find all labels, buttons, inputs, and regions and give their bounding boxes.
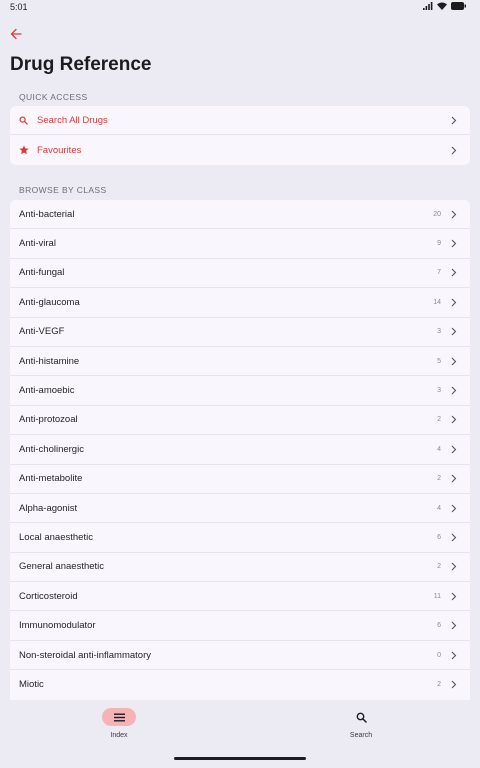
signal-icon <box>423 2 433 10</box>
chevron-right-icon <box>450 650 458 660</box>
quick-access-heading: QUICK ACCESS <box>19 92 88 102</box>
nav-search-label: Search <box>349 732 373 739</box>
list-item[interactable]: Alpha-agonist 4 <box>10 494 470 524</box>
class-count: 3 <box>437 328 441 336</box>
browse-by-class-heading: BROWSE BY CLASS <box>19 185 107 195</box>
list-item[interactable]: Anti-histamine 5 <box>10 347 470 377</box>
list-item[interactable]: General anaesthetic 2 <box>10 553 470 583</box>
chevron-right-icon <box>450 297 458 307</box>
battery-icon <box>451 2 466 10</box>
chevron-right-icon <box>450 562 458 572</box>
class-label: Anti-viral <box>19 238 56 250</box>
class-count: 2 <box>437 563 441 571</box>
star-icon <box>19 145 33 155</box>
class-label: General anaesthetic <box>19 561 105 573</box>
list-item[interactable]: Anti-viral 9 <box>10 229 470 259</box>
class-label: Anti-VEGF <box>19 326 65 338</box>
class-label: Anti-amoebic <box>19 385 75 397</box>
home-indicator[interactable] <box>174 757 306 760</box>
class-label: Anti-histamine <box>19 355 80 367</box>
list-item[interactable]: Anti-VEGF 3 <box>10 318 470 347</box>
back-button[interactable] <box>6 24 26 44</box>
chevron-right-icon <box>450 145 458 155</box>
search-all-drugs-label: Search All Drugs <box>37 114 108 126</box>
list-item[interactable]: Non-steroidal anti-inflammatory 0 <box>10 641 470 671</box>
class-count: 20 <box>433 210 441 218</box>
class-count: 4 <box>437 504 441 512</box>
class-label: Immunomodulator <box>19 620 96 632</box>
list-item[interactable]: Immunomodulator 6 <box>10 611 470 641</box>
class-count: 6 <box>437 533 441 541</box>
drug-class-list[interactable]: Anti-bacterial 20 Anti-viral 9 Anti-fungal… <box>10 200 470 700</box>
class-count: 7 <box>437 269 441 277</box>
search-icon <box>19 116 33 125</box>
chevron-right-icon <box>450 532 458 542</box>
chevron-right-icon <box>450 268 458 278</box>
chevron-right-icon <box>450 386 458 396</box>
nav-search-indicator <box>344 708 378 726</box>
chevron-right-icon <box>450 209 458 219</box>
wifi-icon <box>437 2 447 10</box>
class-label: Anti-protozoal <box>19 414 78 426</box>
class-count: 6 <box>437 622 441 630</box>
class-label: Anti-metabolite <box>19 473 83 485</box>
chevron-right-icon <box>450 503 458 513</box>
chevron-right-icon <box>450 444 458 454</box>
class-count: 2 <box>437 475 441 483</box>
class-label: Anti-glaucoma <box>19 296 80 308</box>
search-icon <box>356 712 367 723</box>
chevron-right-icon <box>450 115 458 125</box>
class-label: Anti-fungal <box>19 267 65 279</box>
list-item[interactable]: Anti-fungal 7 <box>10 259 470 289</box>
class-count: 11 <box>433 592 441 600</box>
class-count: 2 <box>437 416 441 424</box>
quick-access-card: Search All Drugs Favourites <box>10 106 470 165</box>
chevron-right-icon <box>450 327 458 337</box>
list-item[interactable]: Anti-cholinergic 4 <box>10 435 470 465</box>
class-label: Miotic <box>19 679 44 691</box>
list-item[interactable]: Local anaesthetic 6 <box>10 523 470 553</box>
nav-search[interactable]: Search <box>321 708 401 739</box>
list-item[interactable]: Anti-bacterial 20 <box>10 200 470 230</box>
chevron-right-icon <box>450 474 458 484</box>
status-bar: 5:01 <box>0 0 480 14</box>
search-all-drugs-row[interactable]: Search All Drugs <box>10 106 470 136</box>
class-count: 4 <box>437 445 441 453</box>
favourites-row[interactable]: Favourites <box>10 135 470 164</box>
class-count: 2 <box>437 681 441 689</box>
class-label: Alpha-agonist <box>19 502 78 514</box>
nav-index-label: Index <box>110 732 128 739</box>
nav-index-indicator <box>102 708 136 726</box>
list-item[interactable]: Anti-protozoal 2 <box>10 406 470 436</box>
chevron-right-icon <box>450 680 458 690</box>
chevron-right-icon <box>450 415 458 425</box>
chevron-right-icon <box>450 356 458 366</box>
list-item[interactable]: Corticosteroid 11 <box>10 582 470 612</box>
list-item[interactable]: Anti-amoebic 3 <box>10 376 470 406</box>
class-label: Anti-bacterial <box>19 208 75 220</box>
favourites-label: Favourites <box>37 144 82 156</box>
status-icons <box>423 2 466 10</box>
nav-index[interactable]: Index <box>79 708 159 739</box>
list-item[interactable]: Anti-metabolite 2 <box>10 465 470 494</box>
chevron-right-icon <box>450 591 458 601</box>
arrow-back-icon <box>10 28 22 40</box>
class-label: Local anaesthetic <box>19 531 93 543</box>
list-item[interactable]: Miotic 2 <box>10 670 470 699</box>
class-label: Corticosteroid <box>19 590 78 602</box>
menu-icon <box>113 713 125 721</box>
class-count: 3 <box>437 387 441 395</box>
chevron-right-icon <box>450 621 458 631</box>
class-count: 5 <box>437 357 441 365</box>
class-count: 9 <box>437 240 441 248</box>
list-item[interactable]: Anti-glaucoma 14 <box>10 288 470 318</box>
class-label: Non-steroidal anti-inflammatory <box>19 649 151 661</box>
page-title: Drug Reference <box>10 54 152 75</box>
chevron-right-icon <box>450 239 458 249</box>
class-count: 14 <box>433 298 441 306</box>
class-label: Anti-cholinergic <box>19 443 84 455</box>
class-count: 0 <box>437 651 441 659</box>
status-time: 5:01 <box>10 2 28 12</box>
